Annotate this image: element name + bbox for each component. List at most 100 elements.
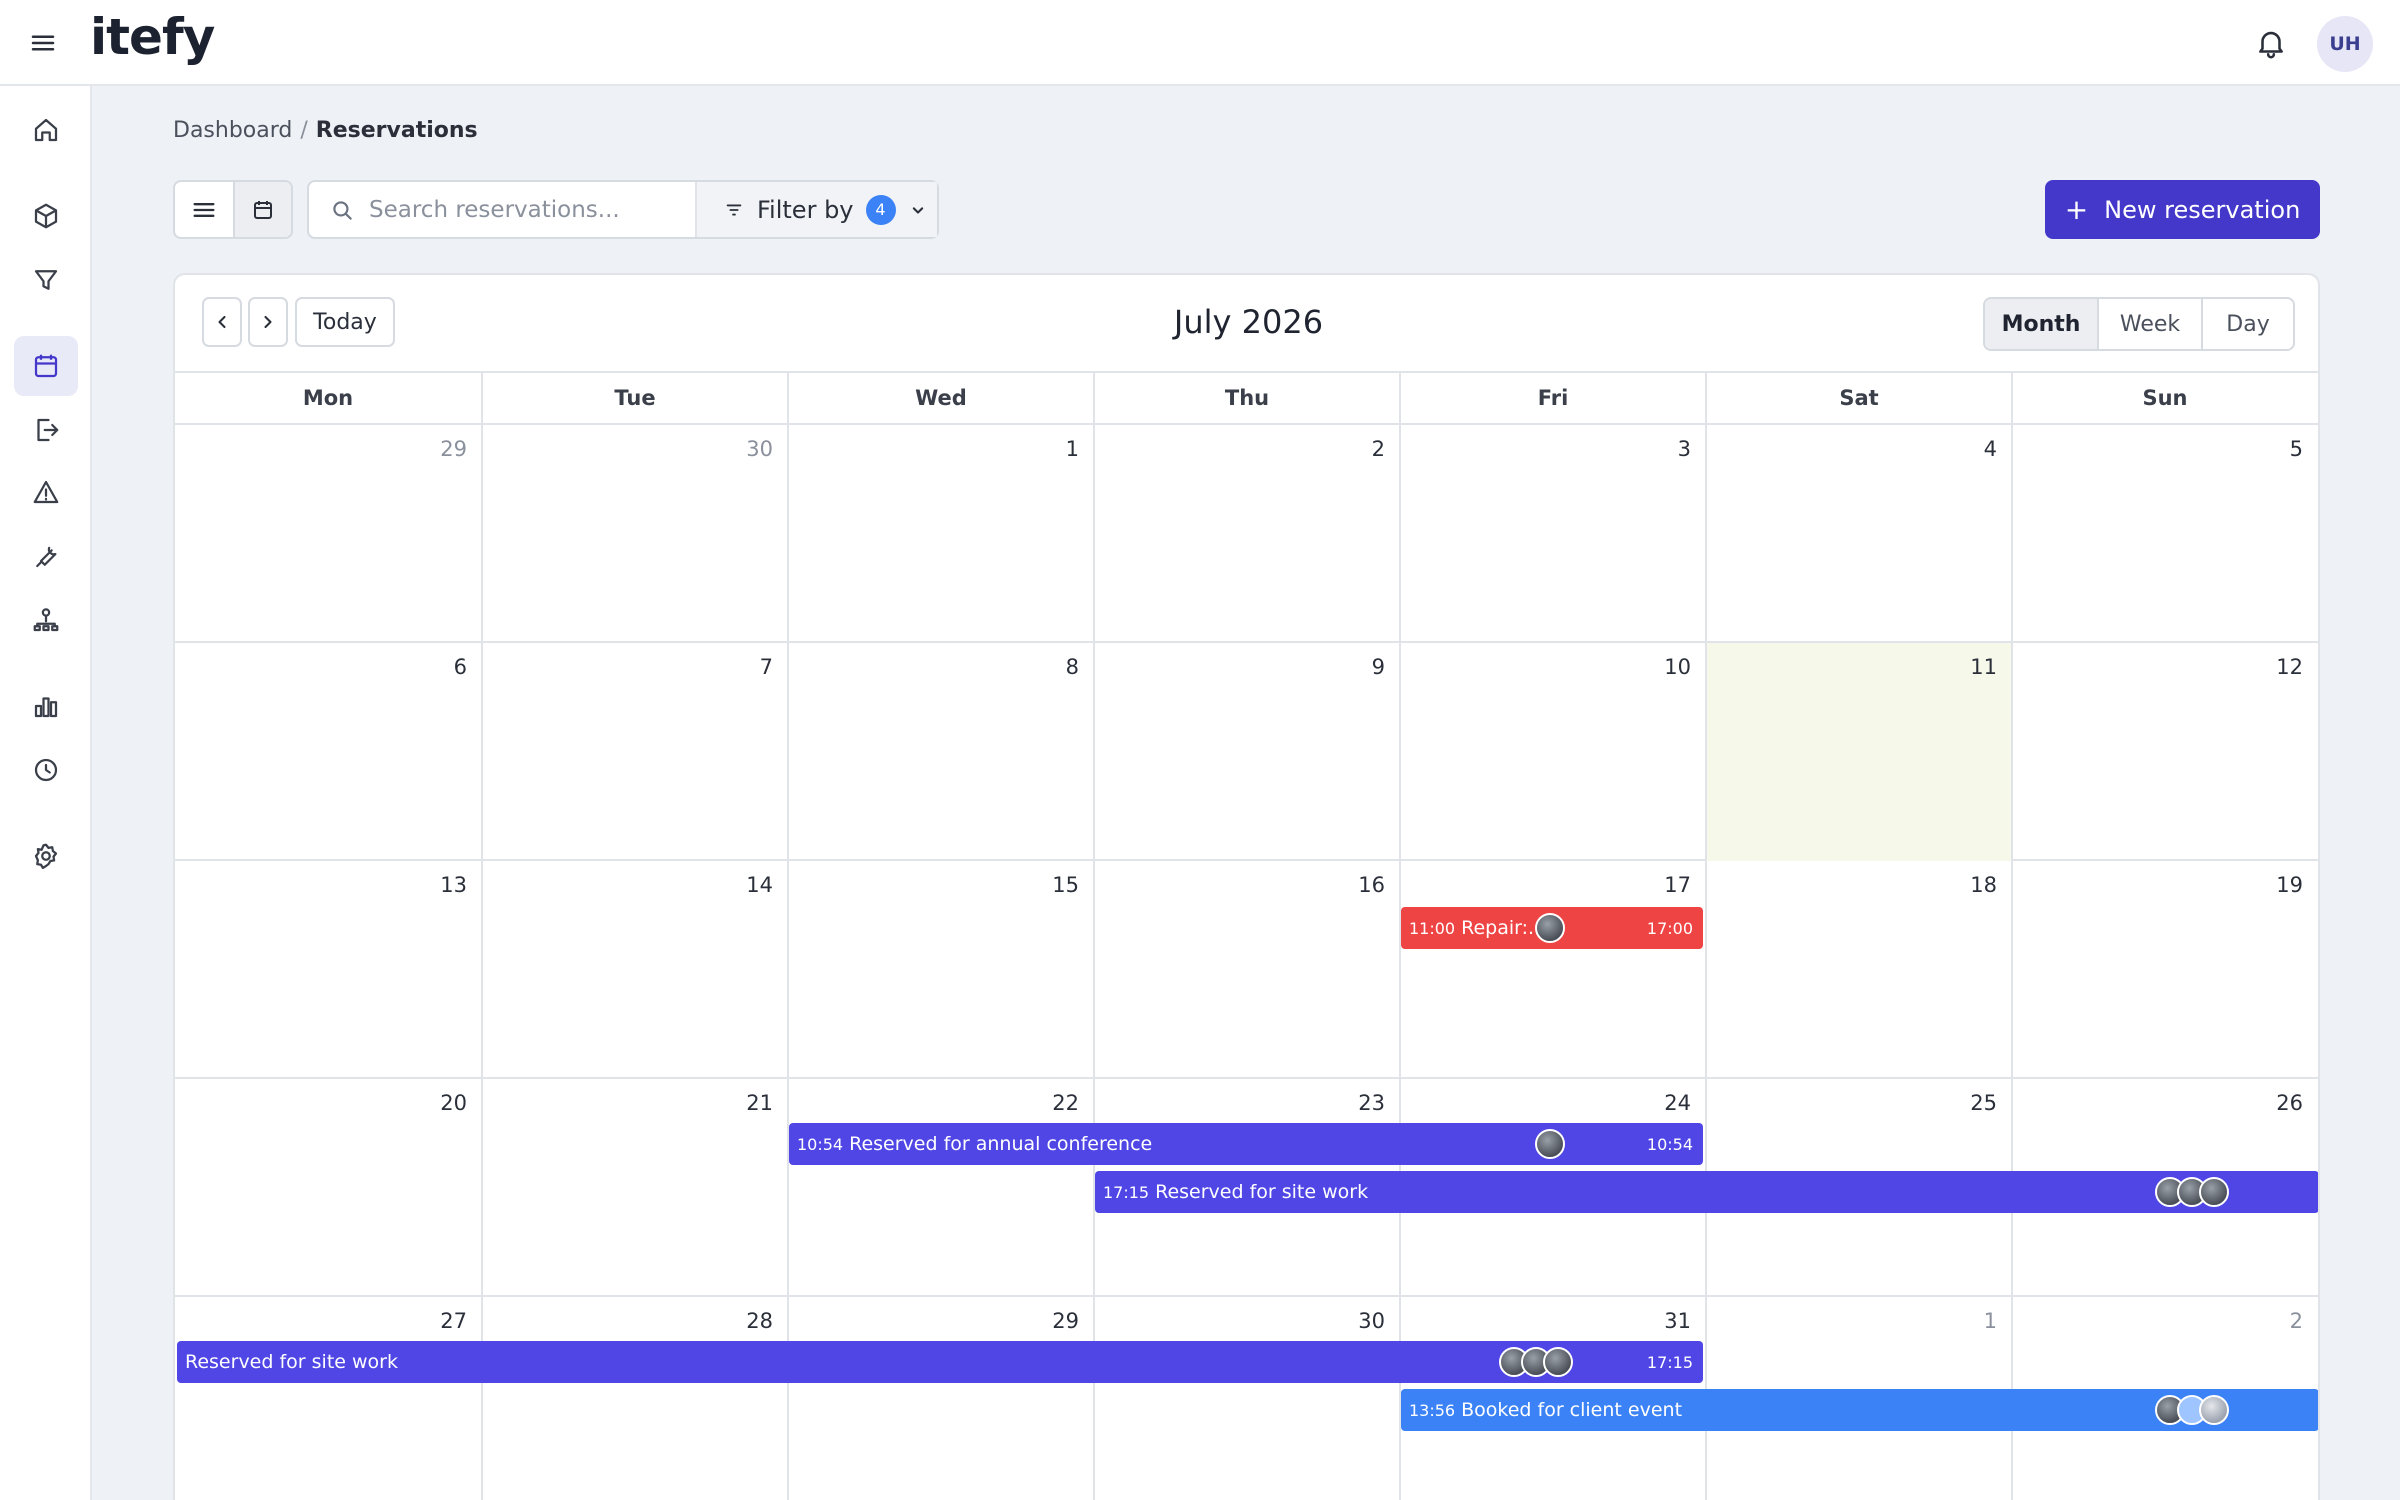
sidebar-item-maintenance[interactable] [14,526,78,586]
event-title: Reserved for annual conference [849,1133,1153,1155]
day-number: 2 [1371,437,1385,461]
event-site-work[interactable]: 17:15 Reserved for site work [1095,1171,2318,1213]
event-start-time: 13:56 [1409,1400,1456,1420]
plus-icon: + [2064,193,2089,226]
weekday-label: Sun [2011,373,2317,423]
calendar-icon [34,354,58,378]
list-icon [193,202,215,217]
sidebar-item-alerts[interactable] [14,462,78,522]
sidebar-item-history[interactable] [14,740,78,800]
view-week-button[interactable]: Week [2097,299,2201,349]
day-number: 17 [1664,873,1691,897]
weekday-label: Tue [481,373,787,423]
menu-icon[interactable] [26,28,60,58]
day-cell[interactable]: 18 [1705,861,2011,1079]
avatar-photo [1535,1129,1565,1159]
app-logo[interactable]: itefy [90,8,215,66]
day-cell[interactable]: 28 [481,1297,787,1500]
event-end-time: 17:00 [1646,918,1693,938]
day-number: 25 [1970,1091,1997,1115]
day-cell[interactable]: 27 [175,1297,481,1500]
event-avatars [1535,1129,1565,1159]
day-cell[interactable]: 7 [481,643,787,861]
wrench-icon [36,546,57,568]
event-annual-conference[interactable]: 10:54 Reserved for annual conference 10:… [789,1123,1703,1165]
day-number: 5 [2289,437,2303,461]
day-cell[interactable]: 17 [1399,861,1705,1079]
day-cell[interactable]: 15 [787,861,1093,1079]
search-filter-bar: Filter by 4 [307,180,939,239]
day-cell[interactable]: 1 [787,425,1093,643]
user-avatar[interactable]: UH [2317,16,2373,72]
event-end-time: 17:15 [1646,1352,1693,1372]
day-number: 4 [1983,437,1997,461]
weekday-label: Fri [1399,373,1705,423]
day-cell[interactable]: 22 [787,1079,1093,1297]
week-row: 13 14 15 16 17 18 19 11:00 Repair:... 17… [175,861,2318,1079]
day-number: 2 [2289,1309,2303,1333]
day-cell[interactable]: 8 [787,643,1093,861]
day-number: 3 [1677,437,1691,461]
event-start-time: 17:15 [1103,1182,1150,1202]
day-cell[interactable]: 13 [175,861,481,1079]
calendar-view-button[interactable] [233,182,291,237]
day-number: 24 [1664,1091,1691,1115]
week-row: 27 28 29 30 31 1 2 Reserved for site wor… [175,1297,2318,1500]
avatar-photo [1535,913,1565,943]
day-cell[interactable]: 5 [2011,425,2317,643]
day-cell-today[interactable]: 11 [1705,643,2011,861]
event-site-work-continued[interactable]: Reserved for site work 17:15 [177,1341,1703,1383]
checkout-icon [37,418,59,442]
list-view-button[interactable] [175,182,233,237]
sidebar-item-reports[interactable] [14,676,78,736]
day-number: 15 [1052,873,1079,897]
event-avatars [2155,1395,2229,1425]
bell-icon[interactable] [2254,26,2288,60]
day-cell[interactable]: 10 [1399,643,1705,861]
day-cell[interactable]: 14 [481,861,787,1079]
view-month-button[interactable]: Month [1985,299,2097,349]
event-repair[interactable]: 11:00 Repair:... 17:00 [1401,907,1703,949]
day-cell[interactable]: 16 [1093,861,1399,1079]
sidebar-item-assets[interactable] [14,186,78,246]
home-icon [34,118,58,142]
event-avatars [1535,913,1565,943]
alert-icon [33,480,59,504]
day-cell[interactable]: 19 [2011,861,2317,1079]
day-cell[interactable]: 2 [1093,425,1399,643]
day-number: 22 [1052,1091,1079,1115]
event-client-event[interactable]: 13:56 Booked for client event [1401,1389,2318,1431]
day-cell[interactable]: 6 [175,643,481,861]
day-number: 20 [440,1091,467,1115]
day-cell[interactable]: 21 [481,1079,787,1297]
day-number: 21 [746,1091,773,1115]
sidebar-item-filters[interactable] [14,250,78,310]
day-cell[interactable]: 30 [1093,1297,1399,1500]
day-cell[interactable]: 9 [1093,643,1399,861]
sidebar-item-reservations[interactable] [14,336,78,396]
filter-button[interactable]: Filter by 4 [695,182,937,237]
org-chart-icon [33,608,59,632]
week-row: 6 7 8 9 10 11 12 [175,643,2318,861]
new-reservation-button[interactable]: + New reservation [2045,180,2320,239]
day-cell[interactable]: 4 [1705,425,2011,643]
day-number: 30 [1358,1309,1385,1333]
day-cell[interactable]: 30 [481,425,787,643]
day-number: 19 [2276,873,2303,897]
event-title: Booked for client event [1461,1399,1683,1421]
week-row: 29 30 1 2 3 4 5 [175,425,2318,643]
sidebar-item-home[interactable] [14,100,78,160]
sidebar-item-settings[interactable] [14,826,78,886]
day-number: 13 [440,873,467,897]
day-cell[interactable]: 12 [2011,643,2317,861]
day-number: 9 [1371,655,1385,679]
sidebar-item-checkout[interactable] [14,400,78,460]
view-day-button[interactable]: Day [2201,299,2293,349]
day-cell[interactable]: 29 [787,1297,1093,1500]
day-cell[interactable]: 20 [175,1079,481,1297]
day-cell[interactable]: 3 [1399,425,1705,643]
breadcrumb-parent[interactable]: Dashboard [173,118,292,143]
sidebar-item-organization[interactable] [14,590,78,650]
search-input[interactable] [369,196,669,223]
day-cell[interactable]: 29 [175,425,481,643]
